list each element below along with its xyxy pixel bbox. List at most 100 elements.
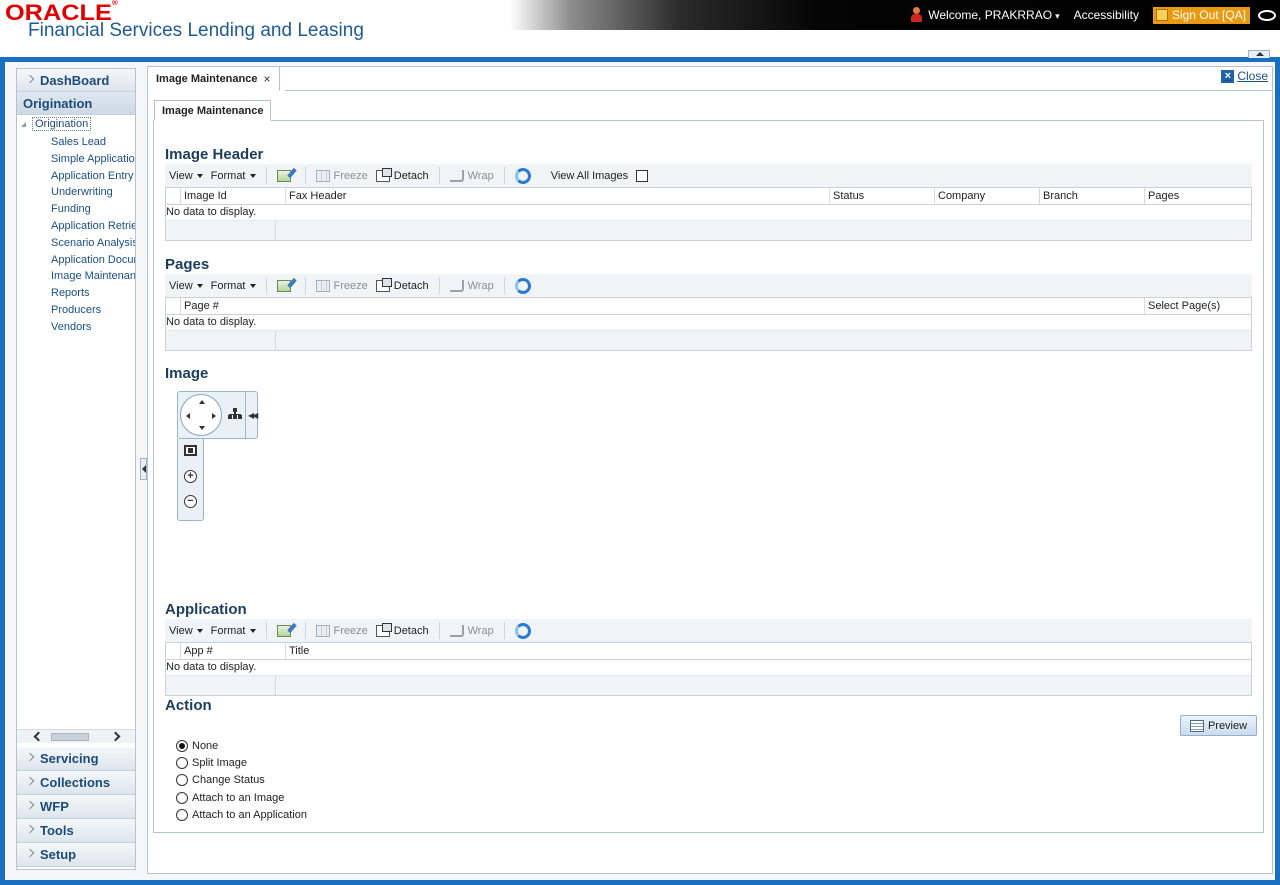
wrap-button[interactable]: Wrap <box>446 619 498 642</box>
pan-right-icon[interactable] <box>212 413 216 419</box>
column-header[interactable]: Branch <box>1040 188 1145 204</box>
detach-button[interactable]: Detach <box>372 619 433 642</box>
view-menu[interactable]: View <box>165 164 207 187</box>
tab-image-maintenance[interactable]: Image Maintenance × <box>148 67 280 91</box>
zoom-fit-icon[interactable] <box>184 445 197 456</box>
tree-item-application-document[interactable]: Application Document <box>51 252 135 269</box>
tree-item-producers[interactable]: Producers <box>51 302 135 319</box>
refresh-button[interactable] <box>511 619 539 642</box>
detach-button[interactable]: Detach <box>372 274 433 297</box>
freeze-button[interactable]: Freeze <box>312 274 372 297</box>
radio-attach-image[interactable]: Attach to an Image <box>176 791 284 805</box>
close-tab-icon[interactable]: × <box>263 72 270 86</box>
format-menu[interactable]: Format <box>207 164 260 187</box>
pan-dpad[interactable] <box>180 394 222 436</box>
column-header[interactable]: Page # <box>181 298 1145 314</box>
nav-bottom-accordion: Servicing Collections WFP Tools Setup <box>17 747 135 867</box>
tree-item-simple-application[interactable]: Simple Application <box>51 151 135 168</box>
radio-button[interactable] <box>176 809 188 821</box>
preview-button[interactable]: Preview <box>1180 715 1257 736</box>
scroll-right-icon[interactable] <box>110 731 121 742</box>
format-menu[interactable]: Format <box>207 274 260 297</box>
column-header[interactable]: Image Id <box>181 188 286 204</box>
tree-item-application-retrieval[interactable]: Application Retrieval <box>51 218 135 235</box>
freeze-button[interactable]: Freeze <box>312 164 372 187</box>
format-menu[interactable]: Format <box>207 619 260 642</box>
nav-tools[interactable]: Tools <box>17 819 135 843</box>
tree-item-funding[interactable]: Funding <box>51 201 135 218</box>
tree-item-reports[interactable]: Reports <box>51 285 135 302</box>
column-header[interactable]: Company <box>935 188 1040 204</box>
caret-down-icon <box>196 283 203 288</box>
radio-change-status[interactable]: Change Status <box>176 773 265 787</box>
pages-toolbar: View Format Freeze Detach Wrap <box>165 274 1252 297</box>
radio-attach-application[interactable]: Attach to an Application <box>176 808 307 822</box>
application-toolbar: View Format Freeze Detach Wrap <box>165 619 1252 642</box>
freeze-icon <box>315 279 330 292</box>
empty-message: No data to display. <box>166 206 257 218</box>
sign-out-icon <box>1155 9 1168 21</box>
welcome-menu[interactable]: Welcome, PRAKRRAO ▾ <box>928 8 1059 22</box>
nav-setup[interactable]: Setup <box>17 843 135 867</box>
close-button[interactable]: × Close <box>1221 69 1268 83</box>
pan-down-icon[interactable] <box>199 426 205 430</box>
tree-item-underwriting[interactable]: Underwriting <box>51 184 135 201</box>
column-header[interactable]: Pages <box>1145 188 1251 204</box>
freeze-button[interactable]: Freeze <box>312 619 372 642</box>
detach-button[interactable]: Detach <box>372 164 433 187</box>
column-header[interactable]: App # <box>181 643 286 659</box>
tree-item-image-maintenance[interactable]: Image Maintenance <box>51 268 135 285</box>
radio-none[interactable]: None <box>176 739 218 753</box>
collapse-controls-icon[interactable]: ◀◀ <box>248 411 258 420</box>
collapse-header-button[interactable] <box>1248 50 1270 58</box>
edit-button[interactable] <box>273 619 299 642</box>
column-header[interactable]: Title <box>286 643 1251 659</box>
nav-dashboard[interactable]: DashBoard <box>17 69 135 92</box>
tree-item-application-entry[interactable]: Application Entry <box>51 168 135 185</box>
radio-split-image[interactable]: Split Image <box>176 756 247 770</box>
sign-out-button[interactable]: Sign Out [QA] <box>1152 6 1250 24</box>
zoom-in-icon[interactable]: + <box>184 470 197 483</box>
zoom-out-icon[interactable]: − <box>184 495 197 508</box>
scroll-left-icon[interactable] <box>33 731 44 742</box>
view-menu[interactable]: View <box>165 619 207 642</box>
tree-item-sales-lead[interactable]: Sales Lead <box>51 134 135 151</box>
refresh-button[interactable] <box>511 164 539 187</box>
pan-up-icon[interactable] <box>199 400 205 404</box>
image-title: Image <box>165 365 209 382</box>
radio-button[interactable] <box>176 774 188 786</box>
radio-button[interactable] <box>176 757 188 769</box>
column-header[interactable]: Select Page(s) <box>1145 298 1251 314</box>
nav-horizontal-scrollbar[interactable] <box>17 729 135 743</box>
radio-button[interactable] <box>176 792 188 804</box>
column-header[interactable]: Status <box>830 188 935 204</box>
pan-left-icon[interactable] <box>186 413 190 419</box>
view-menu[interactable]: View <box>165 274 207 297</box>
nav-origination-header[interactable]: Origination <box>17 92 135 115</box>
preview-icon <box>1189 719 1204 732</box>
accessibility-link[interactable]: Accessibility <box>1074 8 1139 22</box>
nav-servicing[interactable]: Servicing <box>17 747 135 771</box>
view-all-images-checkbox[interactable] <box>636 169 649 182</box>
nav-collections[interactable]: Collections <box>17 771 135 795</box>
column-header[interactable]: Fax Header <box>286 188 830 204</box>
tree-item-vendors[interactable]: Vendors <box>51 319 135 336</box>
tree-item-scenario-analysis[interactable]: Scenario Analysis <box>51 235 135 252</box>
scroll-thumb[interactable] <box>51 733 89 741</box>
wrap-button[interactable]: Wrap <box>446 164 498 187</box>
expand-triangle-icon[interactable] <box>21 121 26 127</box>
detach-icon <box>375 277 392 292</box>
caret-down-icon <box>196 173 203 178</box>
nav-wfp[interactable]: WFP <box>17 795 135 819</box>
refresh-button[interactable] <box>511 274 539 297</box>
tree-root-origination[interactable]: Origination <box>19 117 92 131</box>
product-name: Financial Services Lending and Leasing <box>28 20 364 41</box>
radio-button[interactable] <box>176 740 188 752</box>
subtab-image-maintenance[interactable]: Image Maintenance <box>154 100 272 121</box>
edit-button[interactable] <box>273 164 299 187</box>
edit-button[interactable] <box>273 274 299 297</box>
user-area: Welcome, PRAKRRAO ▾ Accessibility Sign Ou… <box>910 0 1280 30</box>
nav-collapse-splitter[interactable] <box>140 458 147 480</box>
wrap-button[interactable]: Wrap <box>446 274 498 297</box>
overview-tree-icon[interactable] <box>228 408 242 420</box>
